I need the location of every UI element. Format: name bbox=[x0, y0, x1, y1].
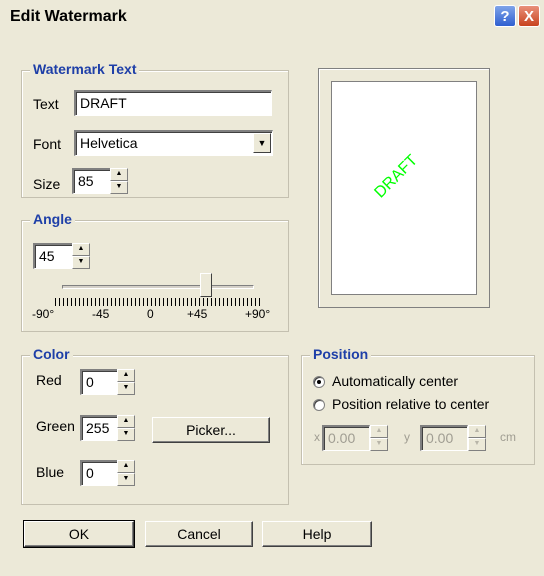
blue-input[interactable]: 0 bbox=[80, 460, 118, 486]
text-label: Text bbox=[33, 96, 59, 112]
angle-slider-thumb[interactable] bbox=[200, 273, 212, 297]
auto-center-radio[interactable] bbox=[313, 376, 325, 388]
auto-center-label[interactable]: Automatically center bbox=[332, 373, 458, 389]
red-stepper[interactable]: ▲ ▼ bbox=[117, 369, 135, 395]
font-select[interactable]: Helvetica ▼ bbox=[74, 130, 273, 156]
x-input[interactable]: 0.00 bbox=[322, 425, 370, 451]
tick-label: -45 bbox=[92, 307, 110, 321]
tick-label: 0 bbox=[147, 307, 154, 321]
angle-slider-ticks bbox=[55, 298, 261, 306]
relative-position-radio[interactable] bbox=[313, 399, 325, 411]
spin-down-icon[interactable]: ▼ bbox=[117, 382, 135, 395]
angle-slider-track[interactable] bbox=[62, 285, 254, 289]
picker-button[interactable]: Picker... bbox=[152, 417, 270, 443]
y-input[interactable]: 0.00 bbox=[420, 425, 468, 451]
watermark-preview: DRAFT bbox=[318, 68, 490, 308]
spin-up-icon[interactable]: ▲ bbox=[117, 369, 135, 382]
relative-position-label[interactable]: Position relative to center bbox=[332, 396, 489, 412]
cancel-button[interactable]: Cancel bbox=[145, 521, 253, 547]
font-label: Font bbox=[33, 136, 62, 152]
spin-up-icon[interactable]: ▲ bbox=[72, 243, 90, 256]
angle-input[interactable]: 45 bbox=[33, 243, 73, 269]
spin-up-icon[interactable]: ▲ bbox=[370, 425, 388, 438]
size-input[interactable]: 85 bbox=[72, 168, 112, 194]
chevron-down-icon[interactable]: ▼ bbox=[253, 133, 271, 153]
angle-stepper[interactable]: ▲ ▼ bbox=[72, 243, 90, 269]
spin-down-icon[interactable]: ▼ bbox=[110, 181, 128, 194]
spin-down-icon[interactable]: ▼ bbox=[117, 473, 135, 486]
help-button[interactable]: Help bbox=[262, 521, 372, 547]
green-stepper[interactable]: ▲ ▼ bbox=[117, 415, 135, 441]
blue-stepper[interactable]: ▲ ▼ bbox=[117, 460, 135, 486]
green-input[interactable]: 255 bbox=[80, 415, 118, 441]
spin-down-icon[interactable]: ▼ bbox=[370, 438, 388, 451]
x-label: x bbox=[314, 430, 320, 444]
tick-label: -90° bbox=[32, 307, 55, 321]
font-select-value: Helvetica bbox=[80, 135, 138, 151]
position-legend: Position bbox=[310, 346, 372, 362]
color-legend: Color bbox=[30, 346, 73, 362]
red-label: Red bbox=[36, 372, 62, 388]
preview-page: DRAFT bbox=[331, 81, 477, 295]
question-icon: ? bbox=[500, 7, 510, 25]
size-label: Size bbox=[33, 176, 61, 192]
spin-up-icon[interactable]: ▲ bbox=[468, 425, 486, 438]
green-label: Green bbox=[36, 418, 75, 434]
window-title: Edit Watermark bbox=[10, 8, 127, 25]
preview-watermark-text: DRAFT bbox=[371, 151, 422, 202]
title-bar: Edit Watermark ? X bbox=[0, 0, 544, 34]
ok-button[interactable]: OK bbox=[23, 520, 135, 548]
x-stepper[interactable]: ▲ ▼ bbox=[370, 425, 388, 451]
size-stepper[interactable]: ▲ ▼ bbox=[110, 168, 128, 194]
spin-up-icon[interactable]: ▲ bbox=[117, 460, 135, 473]
blue-label: Blue bbox=[36, 464, 65, 480]
help-title-button[interactable]: ? bbox=[494, 5, 516, 27]
y-stepper[interactable]: ▲ ▼ bbox=[468, 425, 486, 451]
y-label: y bbox=[404, 430, 410, 444]
red-input[interactable]: 0 bbox=[80, 369, 118, 395]
spin-down-icon[interactable]: ▼ bbox=[468, 438, 486, 451]
tick-label: +90° bbox=[245, 307, 271, 321]
watermark-text-legend: Watermark Text bbox=[30, 61, 140, 77]
spin-up-icon[interactable]: ▲ bbox=[117, 415, 135, 428]
close-icon: X bbox=[523, 7, 534, 25]
spin-down-icon[interactable]: ▼ bbox=[72, 256, 90, 269]
spin-down-icon[interactable]: ▼ bbox=[117, 428, 135, 441]
text-input[interactable]: DRAFT bbox=[74, 90, 272, 116]
close-button[interactable]: X bbox=[518, 5, 540, 27]
tick-label: +45 bbox=[187, 307, 208, 321]
unit-label: cm bbox=[500, 430, 516, 444]
spin-up-icon[interactable]: ▲ bbox=[110, 168, 128, 181]
angle-legend: Angle bbox=[30, 211, 75, 227]
